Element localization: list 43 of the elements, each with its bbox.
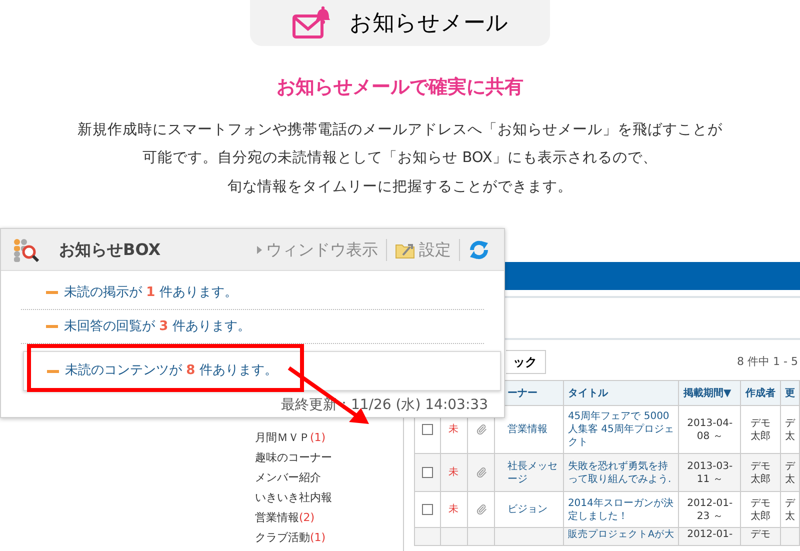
notice-text[interactable]: 未読のコンテンツが 8 件あります。 [65, 361, 278, 381]
description-line: 可能です。自分宛の未読情報として「お知らせ BOX」にも表示されるので、 [142, 148, 658, 168]
period-cell-text: 2013-04-08 ～ [686, 416, 734, 442]
period-cell-text: 2012-01-23 ～ [686, 496, 734, 522]
panel-title: お知らせBOX [59, 238, 161, 260]
author-cell: デモ [750, 528, 771, 541]
period-cell-text: 2012-01- [686, 528, 734, 541]
caret-icon [257, 246, 262, 254]
sidebar-item[interactable]: 月間ＭＶＰ(1) [255, 428, 332, 448]
notice-text[interactable]: 未回答の回覧が 3 件あります。 [64, 316, 250, 336]
description-line: 旬な情報をタイムリーに把握することができます。 [228, 178, 572, 196]
table-cell: デ太 [784, 416, 795, 442]
unread-mark: 未 [448, 504, 459, 515]
row-checkbox[interactable] [422, 424, 433, 435]
notice-text[interactable]: 未読の掲示が 1 件あります。 [64, 282, 238, 302]
paperclip-icon [476, 504, 487, 515]
mail-bell-icon [292, 6, 330, 40]
refresh-icon[interactable] [468, 238, 490, 260]
period-cell-text: 2013-03-11 ～ [686, 460, 734, 486]
author-cell: デモ太郎 [750, 496, 771, 522]
paperclip-icon [476, 424, 487, 435]
headline: お知らせメールで確実に共有 [276, 75, 524, 100]
unread-mark: 未 [448, 467, 459, 478]
header-title: お知らせメール [350, 10, 508, 38]
sidebar-item[interactable]: いきいき社内報 [255, 488, 332, 508]
people-search-icon [13, 238, 39, 262]
row-checkbox[interactable] [422, 466, 433, 478]
author-cell: デモ太郎 [750, 460, 771, 486]
unread-mark: 未 [448, 424, 459, 435]
description-line: 新規作成時にスマートフォンや携帯電話のメールアドレスへ「お知らせメール」を飛ばすことが [78, 120, 722, 140]
column-header[interactable]: タイトル [568, 388, 608, 398]
sidebar-item[interactable]: 趣味のコーナー [255, 448, 332, 468]
sidebar-item[interactable]: クラブ活動(1) [255, 528, 332, 548]
paperclip-icon [476, 466, 487, 478]
column-header[interactable]: ーナー [507, 388, 538, 398]
row-checkbox[interactable] [422, 504, 433, 515]
sidebar-item[interactable]: メンバー紹介 [255, 468, 332, 488]
table-cell: デ太 [784, 460, 795, 486]
search-field[interactable]: ック [506, 350, 546, 374]
sidebar-item[interactable]: 営業情報(2) [255, 508, 332, 528]
result-count: 8 件中 1 - 5 [737, 354, 798, 370]
table-cell: デ太 [784, 496, 795, 522]
author-cell: デモ太郎 [750, 416, 771, 442]
